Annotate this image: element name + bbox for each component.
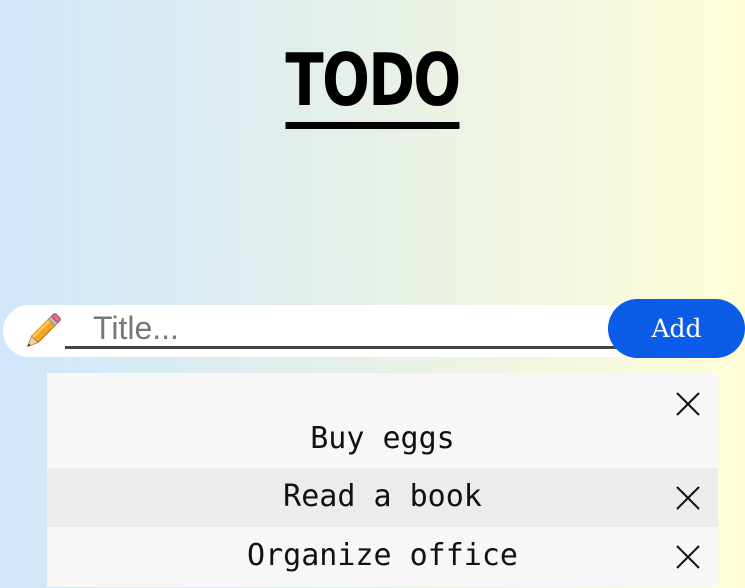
- todo-item-label: Buy eggs: [310, 421, 455, 456]
- add-button[interactable]: Add: [608, 299, 745, 358]
- todo-item: Buy eggs: [47, 373, 718, 468]
- input-container: [3, 305, 633, 357]
- page-title-text: TODO: [285, 38, 461, 129]
- page-title: TODO: [82, 38, 663, 129]
- todo-item-label: Organize office: [247, 538, 518, 573]
- todo-item-label: Read a book: [283, 479, 482, 514]
- add-todo-form: Add: [3, 299, 745, 358]
- close-icon[interactable]: [675, 391, 701, 417]
- todo-list: Buy eggs Read a book Organize office: [47, 373, 718, 587]
- pencil-icon: [15, 309, 65, 355]
- todo-item: Organize office: [47, 527, 718, 587]
- close-icon[interactable]: [675, 485, 701, 511]
- close-icon[interactable]: [675, 544, 701, 570]
- todo-item: Read a book: [47, 468, 718, 527]
- title-input[interactable]: [65, 311, 620, 349]
